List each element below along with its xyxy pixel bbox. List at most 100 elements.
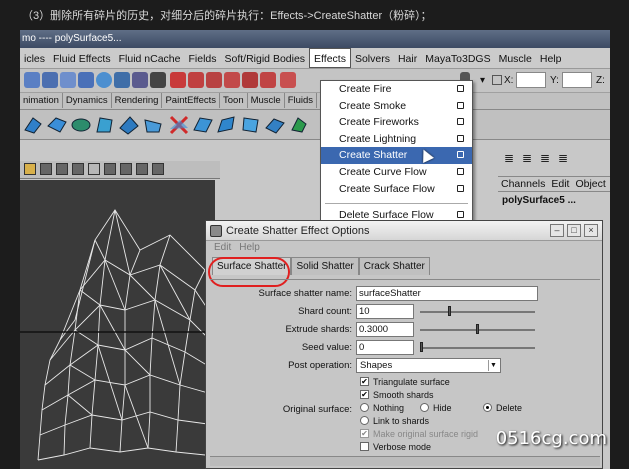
menu-item-create-fire[interactable]: Create Fire	[321, 81, 472, 98]
shelf-tool-icon[interactable]	[70, 114, 92, 136]
tab-crack-shatter[interactable]: Crack Shatter	[358, 257, 430, 275]
textured-icon[interactable]	[120, 163, 132, 175]
option-box-icon[interactable]	[457, 211, 464, 219]
close-icon[interactable]: ×	[584, 224, 598, 237]
snap-curve-icon[interactable]	[206, 72, 222, 88]
option-box-icon[interactable]	[457, 134, 464, 142]
history-icon[interactable]	[280, 72, 296, 88]
link-to-shards-radio[interactable]	[360, 416, 369, 425]
toggle-icon[interactable]: ▾	[480, 75, 485, 86]
shelf-tool-icon[interactable]	[288, 114, 310, 136]
list-icon[interactable]: ≣	[502, 151, 516, 165]
sphere-icon[interactable]	[96, 72, 112, 88]
menu-item-create-lightning[interactable]: Create Lightning	[321, 131, 472, 148]
dialog-menu-help[interactable]: Help	[239, 242, 260, 253]
list-icon[interactable]: ≣	[520, 151, 534, 165]
shelf-tool-icon[interactable]	[240, 114, 262, 136]
shelf-tool-icon[interactable]	[142, 114, 164, 136]
tab-solid-shatter[interactable]: Solid Shatter	[291, 257, 359, 275]
menu-soft-rigid-bodies[interactable]: Soft/Rigid Bodies	[221, 49, 310, 69]
shelf-tool-icon[interactable]	[46, 114, 68, 136]
menu-fields[interactable]: Fields	[184, 49, 220, 69]
shelf-tab-fluids[interactable]: Fluids	[285, 93, 318, 108]
lighting-icon[interactable]	[136, 163, 148, 175]
menu-hair[interactable]: Hair	[394, 49, 421, 69]
shelf-delete-icon[interactable]	[168, 114, 190, 136]
absolute-transform-icon[interactable]	[492, 75, 502, 85]
slider-handle[interactable]	[420, 342, 423, 352]
menu-solvers[interactable]: Solvers	[351, 49, 394, 69]
menu-item-create-smoke[interactable]: Create Smoke	[321, 98, 472, 115]
shelf-tab-painteffects[interactable]: PaintEffects	[162, 93, 220, 108]
tab-object[interactable]: Object	[575, 178, 605, 190]
list-icon[interactable]: ≣	[538, 151, 552, 165]
tab-surface-shatter[interactable]: Surface Shatter	[212, 257, 292, 275]
extrude-shards-slider[interactable]	[420, 324, 535, 334]
maximize-icon[interactable]: □	[567, 224, 581, 237]
shelf-tab-dynamics[interactable]: Dynamics	[63, 93, 112, 108]
minimize-icon[interactable]: –	[550, 224, 564, 237]
shelf-tool-icon[interactable]	[22, 114, 44, 136]
magnet-icon[interactable]	[170, 72, 186, 88]
shelf-tool-icon[interactable]	[94, 114, 116, 136]
grid-icon[interactable]	[72, 163, 84, 175]
triangulate-checkbox[interactable]: ✔	[360, 377, 369, 386]
post-operation-select[interactable]: Shapes ▼	[356, 358, 501, 373]
shelf-tool-icon[interactable]	[192, 114, 214, 136]
menu-item-create-shatter[interactable]: Create Shatter	[321, 147, 472, 164]
option-box-icon[interactable]	[457, 85, 464, 92]
extrude-shards-input[interactable]: 0.3000	[356, 322, 414, 337]
shard-count-slider[interactable]	[420, 306, 535, 316]
snap-plane-icon[interactable]	[242, 72, 258, 88]
film-gate-icon[interactable]	[56, 163, 68, 175]
slider-handle[interactable]	[448, 306, 451, 316]
menu-fluid-ncache[interactable]: Fluid nCache	[115, 49, 185, 69]
lasso-tool-icon[interactable]	[42, 72, 58, 88]
shelf-tab-toon[interactable]: Toon	[220, 93, 248, 108]
seed-value-input[interactable]: 0	[356, 340, 414, 355]
shatter-name-input[interactable]: surfaceShatter	[356, 286, 538, 301]
hide-radio[interactable]	[420, 403, 429, 412]
snap-grid-icon[interactable]	[188, 72, 204, 88]
node-icon[interactable]	[132, 72, 148, 88]
shaded-icon[interactable]	[104, 163, 116, 175]
shard-count-input[interactable]: 10	[356, 304, 414, 319]
delete-radio[interactable]	[483, 403, 492, 412]
selected-object-name[interactable]: polySurface5 ...	[498, 192, 610, 209]
menu-muscle[interactable]: Muscle	[495, 49, 536, 69]
x-field[interactable]	[516, 72, 546, 88]
3d-viewport[interactable]	[20, 180, 215, 469]
move-tool-icon[interactable]	[78, 72, 94, 88]
live-surface-icon[interactable]	[260, 72, 276, 88]
option-box-icon[interactable]	[457, 184, 464, 192]
shelf-tab-rendering[interactable]: Rendering	[112, 93, 163, 108]
menu-effects[interactable]: Effects	[309, 48, 351, 68]
option-box-icon[interactable]	[457, 101, 464, 109]
option-box-icon[interactable]	[457, 151, 464, 159]
menu-item-create-surface-flow[interactable]: Create Surface Flow	[321, 181, 472, 198]
menu-particles[interactable]: icles	[20, 49, 49, 69]
shelf-tool-icon[interactable]	[118, 114, 140, 136]
select-tool-icon[interactable]	[24, 72, 40, 88]
tab-edit[interactable]: Edit	[551, 178, 569, 190]
option-box-icon[interactable]	[457, 167, 464, 175]
y-field[interactable]	[562, 72, 592, 88]
shelf-tab-muscle[interactable]: Muscle	[248, 93, 285, 108]
shelf-tool-icon[interactable]	[216, 114, 238, 136]
snap-point-icon[interactable]	[224, 72, 240, 88]
verbose-mode-checkbox[interactable]	[360, 442, 369, 451]
shelf-tool-icon[interactable]	[264, 114, 286, 136]
wireframe-icon[interactable]	[88, 163, 100, 175]
menu-mayato3dgs[interactable]: MayaTo3DGS	[421, 49, 494, 69]
menu-help[interactable]: Help	[536, 49, 566, 69]
menu-item-create-curve-flow[interactable]: Create Curve Flow	[321, 164, 472, 181]
shelf-tab-animation[interactable]: nimation	[20, 93, 63, 108]
menu-item-create-fireworks[interactable]: Create Fireworks	[321, 114, 472, 131]
light-icon[interactable]	[24, 163, 36, 175]
make-rigid-checkbox[interactable]: ✔	[360, 429, 369, 438]
horizontal-scrollbar[interactable]	[210, 456, 600, 466]
star-icon[interactable]	[114, 72, 130, 88]
option-box-icon[interactable]	[457, 118, 464, 126]
menu-fluid-effects[interactable]: Fluid Effects	[49, 49, 115, 69]
isolate-icon[interactable]	[152, 163, 164, 175]
